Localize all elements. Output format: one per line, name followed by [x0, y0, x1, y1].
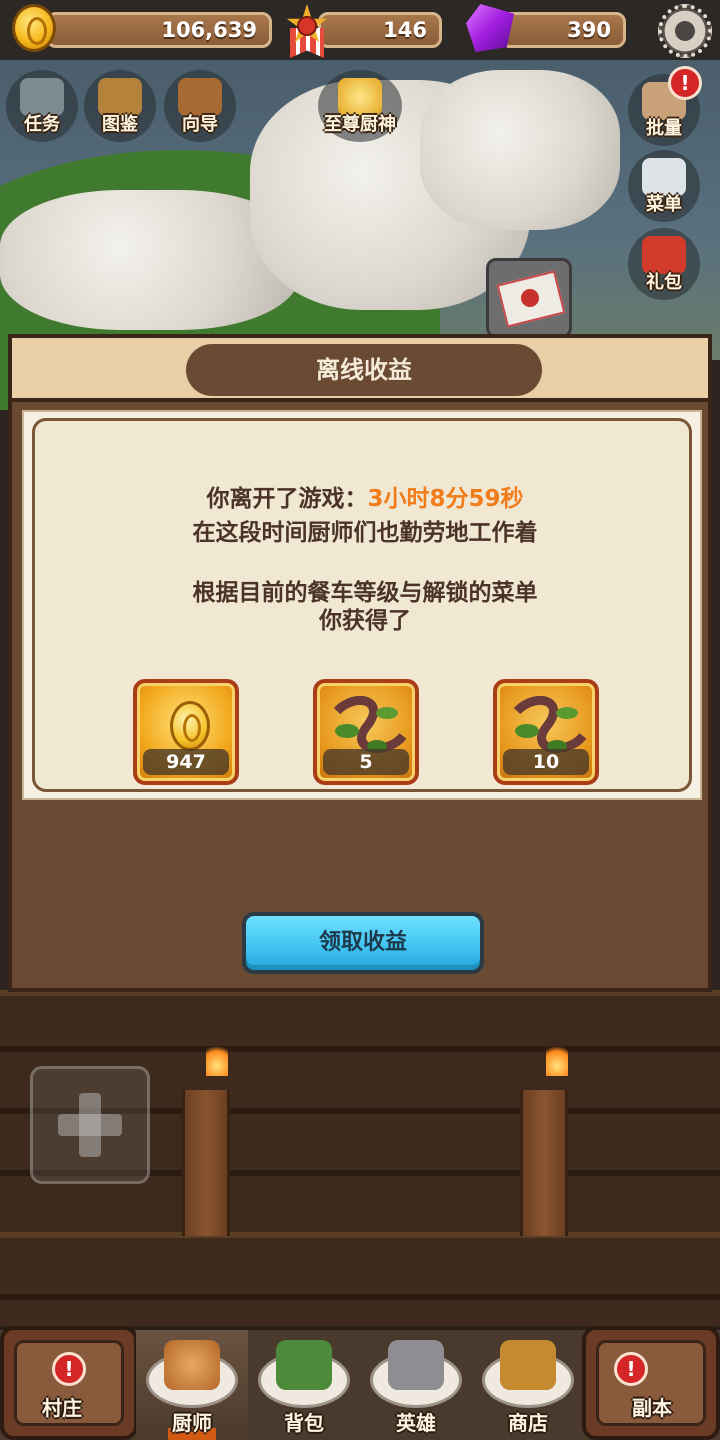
nav-hero-tab[interactable]: 英雄 [360, 1330, 472, 1440]
nav-village-label: 村庄 [42, 1396, 82, 1420]
nav-chef-tab[interactable]: 厨师 [136, 1330, 248, 1440]
mail-envelope-icon[interactable] [486, 258, 572, 338]
offline-earnings-dialog: 离线收益 你离开了游戏：3小时8分59秒 在这段时间厨师们也勤劳地工作着 根据目… [8, 334, 712, 992]
settings-gear-icon[interactable] [658, 4, 712, 58]
reward-quantity: 947 [143, 749, 229, 775]
quest-button[interactable]: 任务 [6, 70, 78, 142]
work-message: 在这段时间厨师们也勤劳地工作着 [192, 520, 538, 546]
nav-shop-tab[interactable]: 商店 [472, 1330, 584, 1440]
gift-button[interactable]: 礼包 [628, 228, 700, 300]
received-message: 你获得了 [319, 608, 411, 634]
medal-counter: 146 [318, 12, 442, 48]
purple-gem-icon [466, 4, 514, 52]
dialog-content-panel: 你离开了游戏：3小时8分59秒 在这段时间厨师们也勤劳地工作着 根据目前的餐车等… [22, 410, 702, 800]
alert-badge: ! [52, 1352, 86, 1386]
dialog-header: 离线收益 [12, 338, 708, 402]
reward-quantity: 5 [323, 749, 409, 775]
reward-item-vine: 10 [493, 679, 599, 785]
supreme-chef-button[interactable]: 至尊厨神 [318, 70, 402, 142]
wooden-post [520, 1090, 568, 1236]
claim-earnings-button[interactable]: 领取收益 [242, 912, 484, 974]
torch-flame-icon [206, 1042, 228, 1076]
nav-dungeon-button[interactable]: ! 副本 [582, 1326, 720, 1440]
away-time-value: 3小时8分59秒 [367, 486, 524, 512]
medal-icon [282, 2, 332, 58]
nav-bag-tab[interactable]: 背包 [248, 1330, 360, 1440]
gold-counter: 106,639 [46, 12, 272, 48]
alert-badge: ! [668, 66, 702, 100]
dialog-content-frame: 你离开了游戏：3小时8分59秒 在这段时间厨师们也勤劳地工作着 根据目前的餐车等… [32, 418, 692, 792]
nav-village-button[interactable]: ! 村庄 [0, 1326, 138, 1440]
backpack-icon [276, 1340, 332, 1390]
gem-counter: 390 [500, 12, 626, 48]
reward-item-gold: 947 [133, 679, 239, 785]
roast-chicken-icon [164, 1340, 220, 1390]
reward-item-vine: 5 [313, 679, 419, 785]
blossom-tree [420, 70, 620, 230]
gold-coin-icon [12, 4, 56, 52]
currency-bar: 106,639 146 390 [0, 0, 720, 60]
gold-coin-icon [170, 701, 210, 751]
collection-button[interactable]: 图鉴 [84, 70, 156, 142]
helmet-icon [388, 1340, 444, 1390]
wooden-post [182, 1090, 230, 1236]
guide-button[interactable]: 向导 [164, 70, 236, 142]
torch-flame-icon [546, 1042, 568, 1076]
menu-button[interactable]: 菜单 [628, 150, 700, 222]
away-time-line: 你离开了游戏：3小时8分59秒 [206, 486, 524, 512]
reward-quantity: 10 [503, 749, 589, 775]
dialog-title: 离线收益 [186, 344, 542, 396]
treasure-chest-icon [500, 1340, 556, 1390]
alert-badge: ! [614, 1352, 648, 1386]
nav-dungeon-label: 副本 [632, 1396, 672, 1420]
add-slot-button[interactable] [30, 1066, 150, 1184]
